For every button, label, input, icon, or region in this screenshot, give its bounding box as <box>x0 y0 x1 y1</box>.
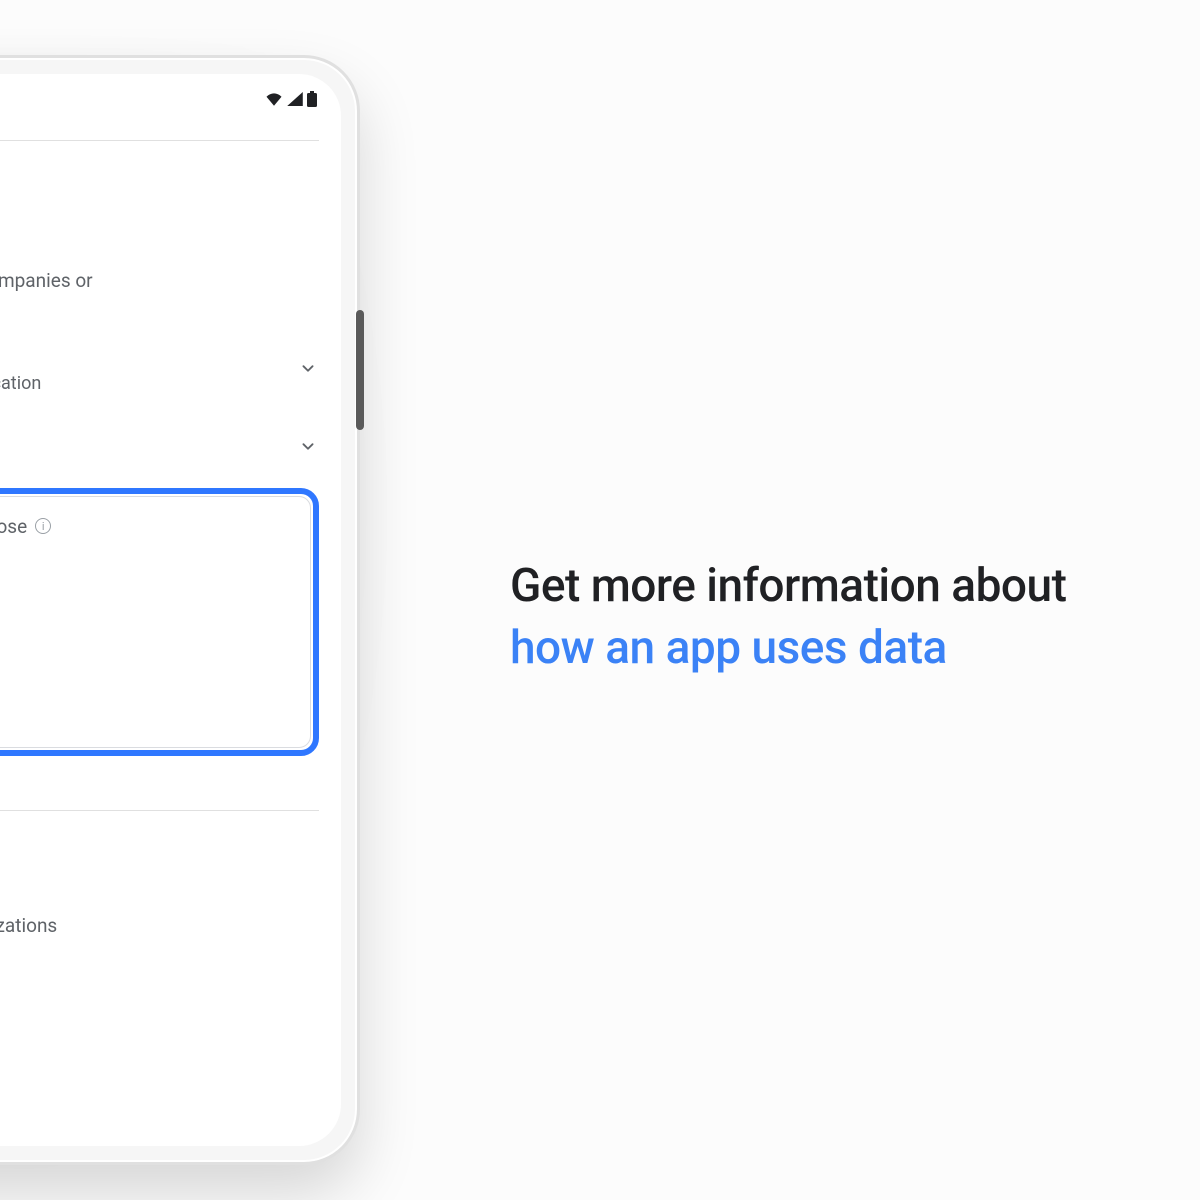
location-row[interactable]: n ate location, Precise location <box>0 343 319 394</box>
battery-icon <box>307 91 317 107</box>
highlighted-item-3-title: er <box>0 678 292 701</box>
highlighted-item-1-sub: alytics <box>0 578 292 598</box>
highlighted-heading-text: l and for what purpose <box>0 515 27 538</box>
top-divider <box>0 140 319 141</box>
screen-content: ed e shared with other companies or n at… <box>0 134 341 1146</box>
highlighted-item-1: alytics <box>0 578 292 598</box>
location-row-sub: ate location, Precise location <box>0 373 287 394</box>
cellular-icon <box>287 92 303 106</box>
phone-mockup: ed e shared with other companies or n at… <box>0 55 360 1165</box>
wifi-icon <box>265 92 283 106</box>
highlighted-data-card: l and for what purpose i alytics mmunica… <box>0 488 319 756</box>
status-bar <box>0 74 341 124</box>
highlighted-card-inner: l and for what purpose i alytics mmunica… <box>0 496 311 748</box>
data-shared-title: ed <box>0 225 319 258</box>
canvas: Get more information about how an app us… <box>0 0 1200 1200</box>
headline: Get more information about how an app us… <box>510 555 1200 679</box>
data-collected-title: data <box>0 871 319 904</box>
headline-line1: Get more information about <box>510 555 1200 617</box>
phone-frame: ed e shared with other companies or n at… <box>0 55 360 1165</box>
phone-power-button <box>356 310 364 430</box>
status-icons <box>265 91 317 107</box>
personal-info-row-title: info <box>0 434 287 458</box>
highlighted-card-heading: l and for what purpose i <box>0 515 292 538</box>
data-shared-subtitle: e shared with other companies or <box>0 268 319 295</box>
location-row-title: n <box>0 343 287 367</box>
chevron-down-icon <box>297 357 319 379</box>
personal-info-row[interactable]: info <box>0 434 319 458</box>
highlighted-item-3: er on <box>0 678 292 725</box>
highlighted-item-3-sub: on <box>0 705 292 725</box>
phone-screen: ed e shared with other companies or n at… <box>0 74 341 1146</box>
highlighted-item-2-sub: mmunications <box>0 632 292 652</box>
headline-line2: how an app uses data <box>510 617 1200 679</box>
data-collected-subtitle: r companies or organizations <box>0 914 319 937</box>
chevron-down-icon <box>297 435 319 457</box>
section-divider <box>0 810 319 811</box>
info-icon[interactable]: i <box>35 518 51 534</box>
highlighted-item-2: mmunications <box>0 632 292 652</box>
